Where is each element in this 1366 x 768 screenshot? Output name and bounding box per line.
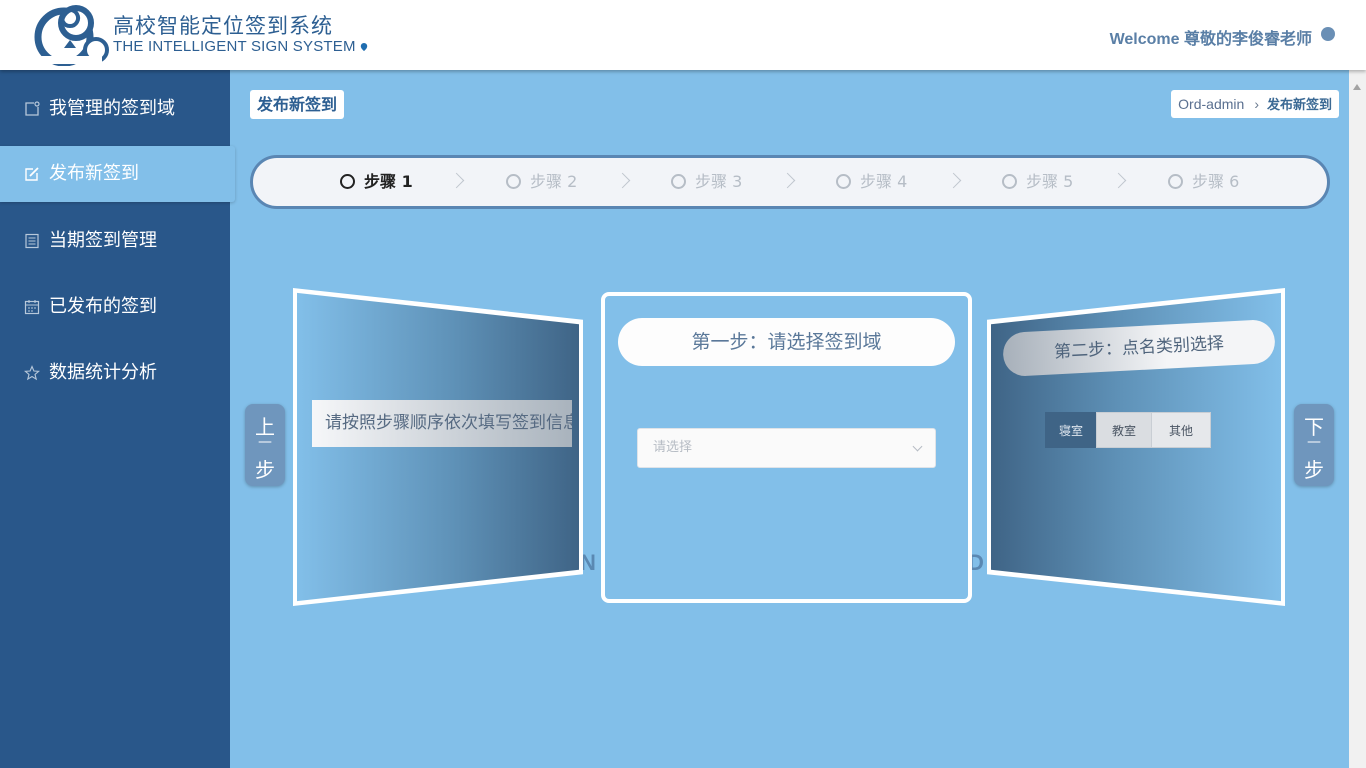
step-5[interactable]: 步骤 5 — [1002, 158, 1073, 206]
step-circle-icon — [1002, 173, 1017, 189]
intro-text: 请按照步骤顺序依次填写签到信息 — [312, 400, 572, 447]
breadcrumb-root-link[interactable]: Ord-admin — [1178, 96, 1244, 112]
step-label: 步骤 6 — [1192, 172, 1240, 191]
button-char: — — [258, 434, 272, 450]
star-icon — [24, 365, 40, 381]
select-placeholder: 请选择 — [653, 440, 693, 455]
button-char: 步 — [255, 458, 275, 482]
step-circle-icon — [1168, 173, 1183, 189]
breadcrumb: Ord-admin › 发布新签到 — [1171, 90, 1339, 118]
step-circle-icon — [671, 173, 686, 189]
sidebar-item-published[interactable]: 已发布的签到 — [0, 279, 230, 335]
option-dorm-button[interactable]: 寝室 — [1045, 412, 1097, 448]
step-heading: 第一步：请选择签到域 — [618, 318, 955, 366]
step-label: 步骤 4 — [860, 172, 908, 191]
chevron-right-icon — [448, 172, 465, 189]
calendar-icon — [24, 300, 40, 315]
step-3[interactable]: 步骤 3 — [671, 158, 742, 206]
step-1[interactable]: 步骤 1 — [340, 158, 413, 206]
sidebar-item-label: 已发布的签到 — [49, 296, 157, 317]
brand-subtitle: THE INTELLIGENT SIGN SYSTEM — [113, 38, 368, 55]
step-label: 步骤 1 — [364, 172, 413, 191]
next-step-button[interactable]: 下 — 步 — [1294, 404, 1334, 486]
sidebar-item-label: 发布新签到 — [49, 163, 139, 184]
chevron-right-icon — [779, 172, 796, 189]
button-char: — — [1307, 434, 1321, 450]
chevron-right-icon — [1110, 172, 1127, 189]
step-4[interactable]: 步骤 4 — [836, 158, 907, 206]
breadcrumb-current: 发布新签到 — [1266, 97, 1332, 112]
brand-title: 高校智能定位签到系统 — [113, 14, 333, 38]
card-body: 第二步：点名类别选择 寝室 教室 其他 — [991, 292, 1281, 602]
user-avatar-icon[interactable] — [1321, 27, 1335, 41]
step-circle-icon — [340, 173, 355, 189]
button-char: 步 — [1304, 458, 1324, 482]
sidebar-item-current-manage[interactable]: 当期签到管理 — [0, 213, 230, 269]
card-body: 请按照步骤顺序依次填写签到信息 — [297, 292, 579, 602]
list-icon — [25, 233, 39, 249]
option-classroom-button[interactable]: 教室 — [1096, 412, 1152, 448]
step-circle-icon — [506, 173, 521, 189]
steps-bar: 步骤 1 步骤 2 步骤 3 步骤 4 步骤 5 步骤 6 — [250, 155, 1330, 209]
sidebar-item-label: 数据统计分析 — [49, 362, 157, 383]
prev-step-button[interactable]: 上 — 步 — [245, 404, 285, 486]
welcome-text: Welcome 尊敬的李俊睿老师 — [1109, 31, 1312, 48]
step-label: 步骤 3 — [695, 172, 743, 191]
header: 高校智能定位签到系统 THE INTELLIGENT SIGN SYSTEM W… — [0, 0, 1366, 70]
option-other-button[interactable]: 其他 — [1151, 412, 1211, 448]
step-6[interactable]: 步骤 6 — [1168, 158, 1239, 206]
cloud-logo-icon — [32, 5, 109, 66]
carousel-next-card[interactable]: 第二步：点名类别选择 寝室 教室 其他 — [987, 288, 1285, 606]
sidebar-item-label: 我管理的签到域 — [49, 98, 175, 119]
step-circle-icon — [836, 173, 851, 189]
chevron-right-icon — [945, 172, 962, 189]
step-label: 步骤 5 — [1026, 172, 1074, 191]
brand-subtitle-text: THE INTELLIGENT SIGN SYSTEM — [113, 38, 356, 55]
step-heading: 第二步：点名类别选择 — [1002, 318, 1276, 378]
sidebar-item-label: 当期签到管理 — [49, 230, 157, 251]
carousel-current-card: 第一步：请选择签到域 请选择 — [601, 292, 972, 603]
chevron-right-icon — [614, 172, 631, 189]
location-pin-icon — [360, 43, 367, 52]
sidebar-item-managed-domains[interactable]: 我管理的签到域 — [0, 81, 230, 137]
edit-icon — [25, 167, 39, 181]
sidebar-item-publish-new[interactable]: 发布新签到 — [0, 146, 235, 202]
square-pin-icon — [25, 101, 40, 116]
sidebar: 我管理的签到域 发布新签到 当期签到管理 已发布的签到 数据统计分析 — [0, 70, 235, 768]
sidebar-item-statistics[interactable]: 数据统计分析 — [0, 345, 230, 401]
step-2[interactable]: 步骤 2 — [506, 158, 577, 206]
step-label: 步骤 2 — [530, 172, 578, 191]
vertical-scrollbar[interactable] — [1349, 70, 1366, 768]
scroll-up-arrow-icon[interactable] — [1353, 84, 1361, 90]
page-title: 发布新签到 — [250, 90, 345, 119]
chevron-right-icon: › — [1254, 96, 1259, 112]
carousel-prev-card[interactable]: 请按照步骤顺序依次填写签到信息 — [293, 288, 583, 606]
domain-select[interactable]: 请选择 — [637, 428, 936, 468]
chevron-down-icon — [912, 441, 923, 452]
